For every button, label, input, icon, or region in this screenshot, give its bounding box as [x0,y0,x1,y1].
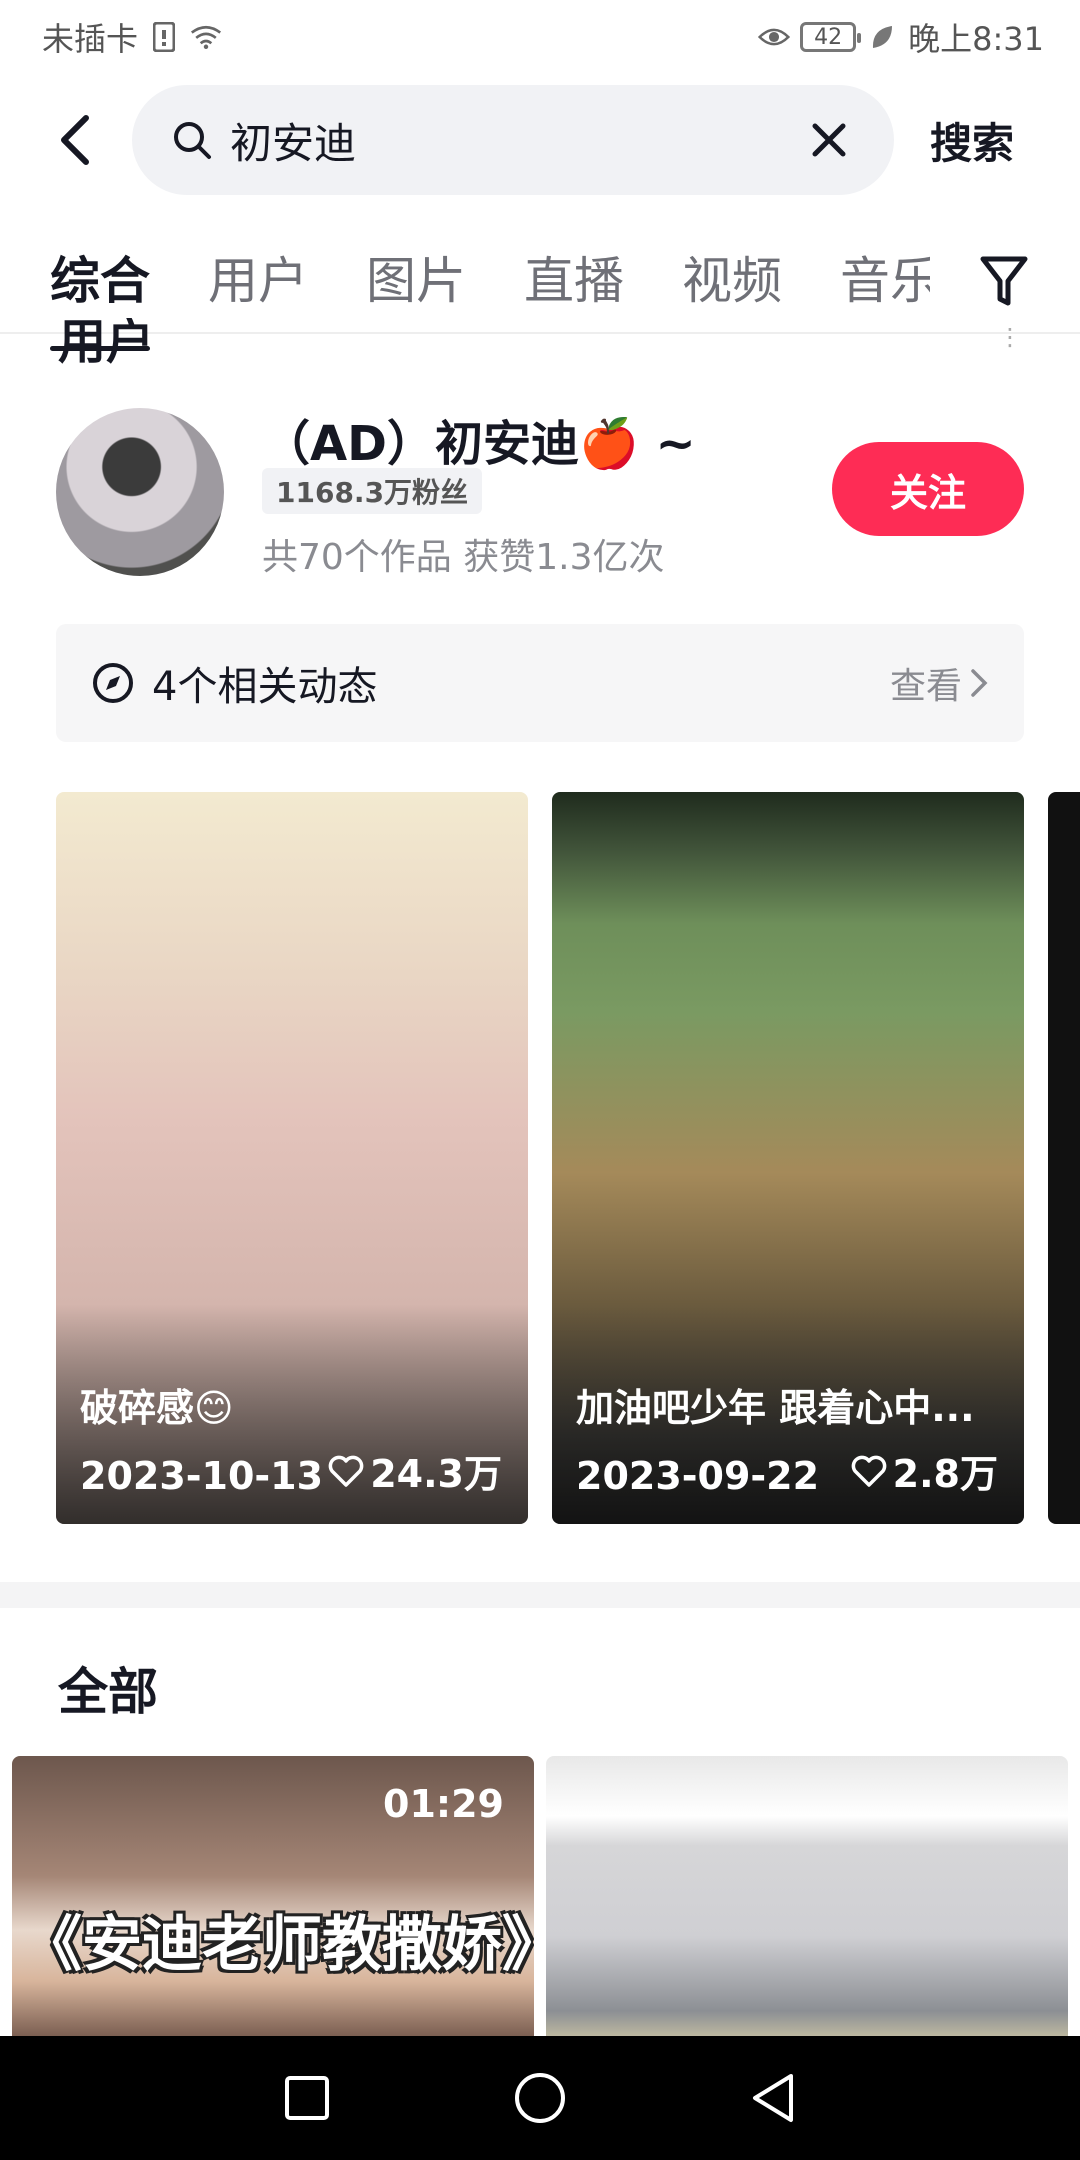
heart-icon [328,1455,364,1487]
wifi-icon [190,21,222,53]
search-icon [174,122,211,159]
chevron-right-icon [971,669,988,697]
heart-icon [851,1455,886,1487]
user-name[interactable]: （AD）初安迪🍎 ~ [262,404,696,474]
view-related-label: 查看 [889,666,962,707]
compass-icon [93,663,133,703]
follow-button[interactable]: 关注 [832,442,1024,536]
post-card-partial[interactable] [1048,792,1080,1524]
post-card[interactable]: 加油吧少年 跟着心中... 2023-09-22 2.8万 [552,792,1024,1524]
related-posts-bar[interactable]: 4个相关动态 查看 [56,624,1024,742]
section-divider [0,1582,1080,1608]
post-likes: 24.3万 [328,1443,502,1498]
clock: 晚上8:31 [908,20,1044,58]
user-section-title: 用户 [58,318,155,370]
related-posts-carousel[interactable]: 破碎感😊 2023-10-13 24.3万 加油吧少年 跟着心中... 2023… [56,792,1080,1524]
close-icon [812,123,846,157]
avatar[interactable] [56,408,224,576]
battery-indicator: 42 [800,22,862,52]
search-header: 初安迪 搜索 [0,80,1080,200]
chevron-left-icon [61,115,89,165]
filter-button[interactable] [964,242,1044,322]
tab-images[interactable]: 图片 [366,241,466,313]
post-card[interactable]: 破碎感😊 2023-10-13 24.3万 [56,792,528,1524]
sim-icon [148,21,180,53]
eye-comfort-icon [758,21,791,53]
user-stats: 共70个作品 获赞1.3亿次 [262,537,665,578]
leaf-icon [866,21,898,53]
status-right: 42 晚上8:31 [758,14,1044,60]
system-nav-bar [0,2036,1080,2160]
sim-status-text: 未插卡 [42,20,139,58]
video-duration: 01:29 [383,1782,504,1826]
post-likes-count: 24.3万 [370,1452,502,1496]
tab-live[interactable]: 直播 [524,241,624,313]
user-result-card[interactable]: （AD）初安迪🍎 ~ 1168.3万粉丝 共70个作品 获赞1.3亿次 关注 [56,404,1026,584]
fans-count-badge: 1168.3万粉丝 [262,468,483,514]
search-button[interactable]: 搜索 [930,110,1014,171]
post-title: 破碎感😊 [80,1386,234,1430]
search-query[interactable]: 初安迪 [230,110,804,171]
clear-search-button[interactable] [804,115,854,165]
post-likes: 2.8万 [851,1443,998,1498]
user-section-heading[interactable]: 用户 [58,318,188,372]
tab-music[interactable]: 音乐 [840,241,930,313]
view-related-link[interactable]: 查看 [890,657,988,709]
circle-icon [514,2073,565,2123]
square-icon [284,2076,329,2120]
recents-button[interactable] [272,2063,342,2133]
back-button[interactable] [40,105,110,175]
video-card[interactable]: 01:29 《安迪老师教撒娇》 [12,1756,534,2036]
back-nav-button[interactable] [738,2063,808,2133]
triangle-back-icon [753,2074,794,2122]
filter-icon [980,256,1028,306]
search-input[interactable]: 初安迪 [132,85,894,195]
tab-users[interactable]: 用户 [208,241,308,313]
post-date: 2023-10-13 [80,1454,324,1498]
tab-comprehensive[interactable]: 综合 [50,241,150,351]
post-date: 2023-09-22 [576,1454,820,1498]
post-title: 加油吧少年 跟着心中... [576,1386,975,1430]
all-section-title: 全部 [58,1663,158,1721]
video-card[interactable] [546,1756,1068,2036]
more-options-icon[interactable]: ⋮ [998,325,1022,349]
related-posts-label: 4个相关动态 [152,664,378,710]
status-bar: 未插卡 42 晚上8:31 [0,0,1080,74]
video-overlay-text: 《安迪老师教撒娇》 [22,1910,534,1980]
tab-videos[interactable]: 视频 [682,241,782,313]
post-likes-count: 2.8万 [892,1452,998,1496]
status-left: 未插卡 [42,14,222,60]
home-button[interactable] [505,2063,575,2133]
video-grid[interactable]: 01:29 《安迪老师教撒娇》 [12,1756,1068,2036]
